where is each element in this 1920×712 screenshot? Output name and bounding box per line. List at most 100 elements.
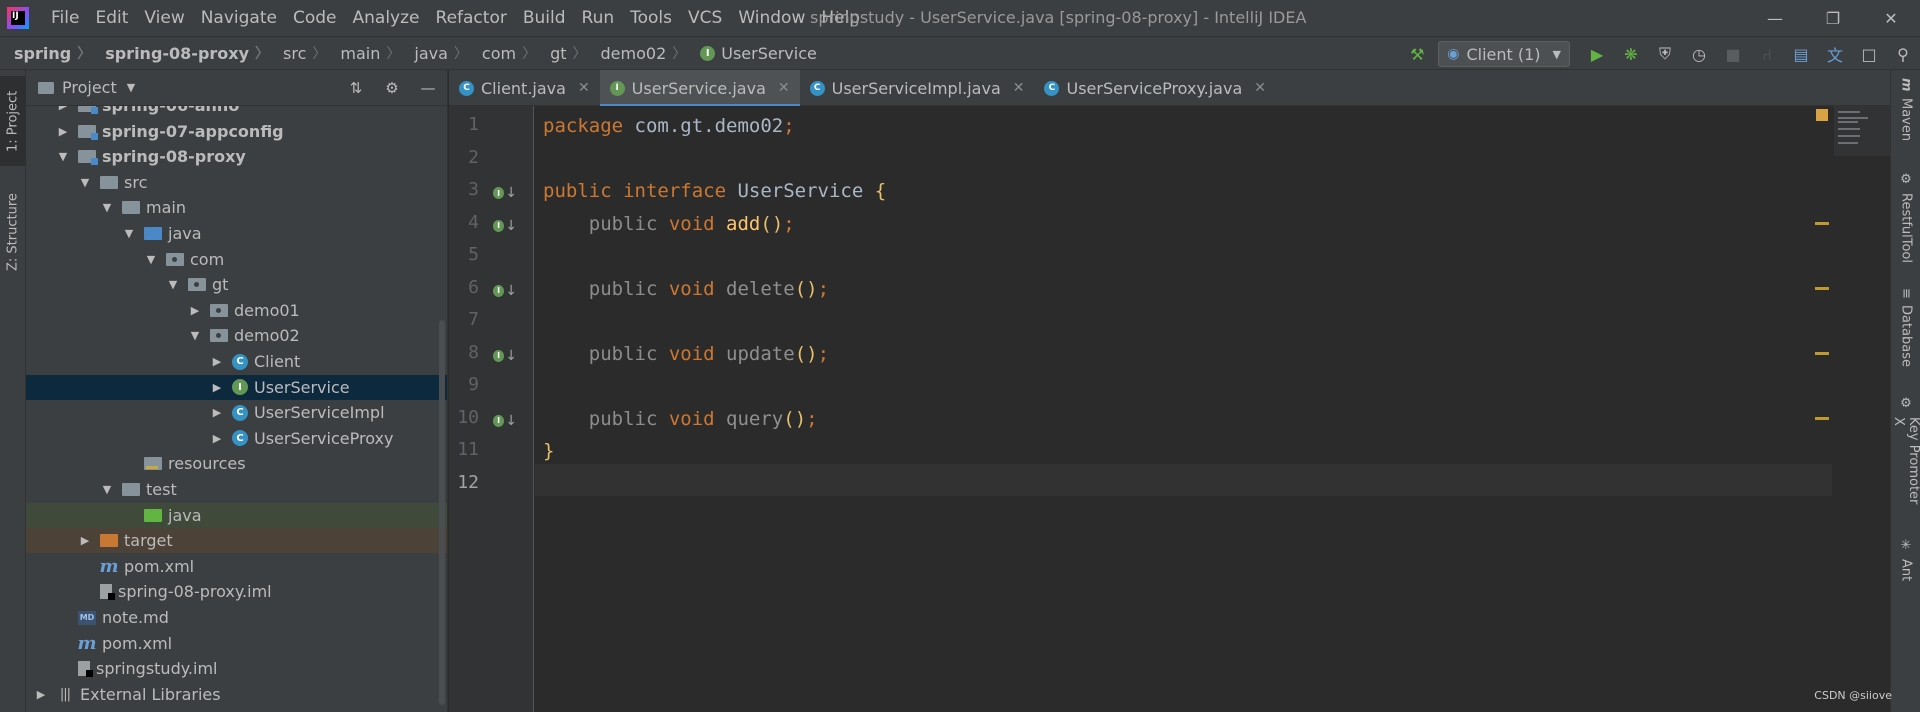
- tree-item[interactable]: ▶ I UserService: [26, 374, 447, 400]
- menu-code[interactable]: Code: [285, 0, 345, 36]
- close-tab-icon[interactable]: ✕: [578, 80, 590, 96]
- implemented-gutter-icon[interactable]: I ↓: [493, 216, 517, 236]
- collapsed-arrow-icon[interactable]: ▶: [210, 355, 224, 368]
- tree-item[interactable]: spring-08-proxy.iml: [26, 579, 447, 604]
- tree-item[interactable]: ▼ java: [26, 221, 447, 246]
- tree-item[interactable]: ▼ gt: [26, 272, 447, 297]
- restore-button[interactable]: ❐: [1804, 0, 1862, 36]
- maven-tool-tab[interactable]: m Maven: [1891, 78, 1920, 141]
- collapsed-arrow-icon[interactable]: ▶: [210, 432, 224, 445]
- line-number[interactable]: 10: [449, 407, 479, 428]
- line-number[interactable]: 1: [449, 114, 479, 135]
- menu-view[interactable]: View: [136, 0, 192, 36]
- tree-item[interactable]: MD note.md: [26, 605, 447, 630]
- collapsed-arrow-icon[interactable]: ▶: [34, 688, 48, 701]
- expanded-arrow-icon[interactable]: ▼: [78, 176, 92, 189]
- build-hammer-icon[interactable]: ⚒: [1403, 40, 1431, 68]
- run-icon[interactable]: ▶: [1583, 40, 1611, 68]
- menu-build[interactable]: Build: [515, 0, 574, 36]
- line-number[interactable]: 8: [449, 342, 479, 363]
- inspection-status-icon[interactable]: [1816, 109, 1828, 121]
- breadcrumb-item[interactable]: main 〉: [326, 43, 400, 63]
- presentation-icon[interactable]: □: [1855, 40, 1883, 68]
- tree-item[interactable]: m pom.xml: [26, 554, 447, 579]
- implemented-gutter-icon[interactable]: I ↓: [493, 346, 517, 366]
- tree-item[interactable]: ▶ spring-06-anno: [26, 106, 447, 118]
- breadcrumb-item[interactable]: gt 〉: [536, 43, 586, 63]
- tree-item[interactable]: java: [26, 502, 447, 528]
- line-number[interactable]: 12: [449, 472, 479, 493]
- line-number[interactable]: 11: [449, 439, 479, 460]
- tree-item[interactable]: ▶ C UserServiceProxy: [26, 426, 447, 451]
- breadcrumb-item[interactable]: spring-08-proxy 〉: [91, 43, 269, 63]
- tree-item[interactable]: m pom.xml: [26, 631, 447, 656]
- tree-item[interactable]: ▼ spring-08-proxy: [26, 144, 447, 169]
- implemented-gutter-icon[interactable]: I ↓: [493, 281, 517, 301]
- collapsed-arrow-icon[interactable]: ▶: [210, 381, 224, 394]
- chevron-down-icon[interactable]: ▼: [127, 81, 135, 94]
- implemented-gutter-icon[interactable]: I ↓: [493, 183, 517, 203]
- run-configuration-select[interactable]: ◉ Client (1) ▼: [1438, 41, 1570, 67]
- tree-item[interactable]: ▶ target: [26, 528, 447, 554]
- code-editor[interactable]: package com.gt.demo02; public interface U…: [535, 106, 1832, 712]
- tree-item[interactable]: ▼ main: [26, 195, 447, 220]
- implementation-marker[interactable]: [1815, 287, 1829, 290]
- intellij-logo-icon[interactable]: IJ: [7, 7, 29, 29]
- tree-item[interactable]: springstudy.iml: [26, 656, 447, 681]
- tree-item[interactable]: ▶ C UserServiceImpl: [26, 400, 447, 425]
- debug-icon[interactable]: ❋: [1617, 40, 1645, 68]
- tree-item[interactable]: ▶▦Scratches and Consoles: [26, 707, 447, 712]
- implementation-marker[interactable]: [1815, 222, 1829, 225]
- expanded-arrow-icon[interactable]: ▼: [166, 278, 180, 291]
- menu-navigate[interactable]: Navigate: [193, 0, 285, 36]
- implementation-marker[interactable]: [1815, 417, 1829, 420]
- tree-item[interactable]: ▼ src: [26, 170, 447, 195]
- breadcrumb-item[interactable]: I UserService: [686, 44, 817, 63]
- tree-item[interactable]: ▶ ||| External Libraries: [26, 682, 447, 707]
- project-view-select[interactable]: Project: [62, 78, 117, 97]
- editor-tab[interactable]: C UserServiceImpl.java ✕: [800, 70, 1035, 106]
- expanded-arrow-icon[interactable]: ▼: [144, 253, 158, 266]
- collapsed-arrow-icon[interactable]: ▶: [188, 304, 202, 317]
- tree-item[interactable]: ▼ test: [26, 477, 447, 502]
- structure-tool-tab[interactable]: Z: Structure: [0, 182, 26, 282]
- collapsed-arrow-icon[interactable]: ▶: [78, 534, 92, 547]
- stop-icon[interactable]: ■: [1719, 40, 1747, 68]
- key-promoter-tab[interactable]: ⚙ Key Promoter X: [1891, 396, 1920, 511]
- menu-refactor[interactable]: Refactor: [428, 0, 515, 36]
- implementation-marker[interactable]: [1815, 352, 1829, 355]
- profile-icon[interactable]: ◷: [1685, 40, 1713, 68]
- menu-file[interactable]: File: [43, 0, 87, 36]
- line-number[interactable]: 2: [449, 147, 479, 168]
- hide-panel-icon[interactable]: —: [415, 75, 441, 101]
- breadcrumb-item[interactable]: java 〉: [400, 43, 468, 63]
- menu-tools[interactable]: Tools: [622, 0, 680, 36]
- minimize-button[interactable]: —: [1746, 0, 1804, 36]
- expanded-arrow-icon[interactable]: ▼: [188, 329, 202, 342]
- tree-scrollbar[interactable]: [439, 320, 445, 705]
- breadcrumb-item[interactable]: spring 〉: [0, 43, 91, 63]
- line-number[interactable]: 7: [449, 309, 479, 330]
- menu-analyze[interactable]: Analyze: [345, 0, 428, 36]
- search-icon[interactable]: ⚲: [1889, 40, 1917, 68]
- collapsed-arrow-icon[interactable]: ▶: [210, 406, 224, 419]
- close-tab-icon[interactable]: ✕: [1013, 80, 1025, 96]
- expanded-arrow-icon[interactable]: ▼: [100, 201, 114, 214]
- tree-item[interactable]: ▶ demo01: [26, 298, 447, 323]
- tree-item[interactable]: ▼ com: [26, 247, 447, 272]
- tree-item[interactable]: ▼ demo02: [26, 323, 447, 348]
- editor-tab[interactable]: C UserServiceProxy.java ✕: [1034, 70, 1276, 106]
- translate-icon[interactable]: 文: [1821, 40, 1849, 68]
- vcs-icon[interactable]: ⑁: [1753, 40, 1781, 68]
- gear-icon[interactable]: ⚙: [379, 75, 405, 101]
- coverage-icon[interactable]: ⛨: [1651, 40, 1679, 68]
- editor-tab[interactable]: C Client.java ✕: [449, 70, 600, 106]
- editor-tab[interactable]: I UserService.java ✕: [599, 70, 800, 107]
- breadcrumb-item[interactable]: demo02 〉: [587, 43, 687, 63]
- expanded-arrow-icon[interactable]: ▼: [100, 483, 114, 496]
- line-number[interactable]: 6: [449, 277, 479, 298]
- line-number[interactable]: 5: [449, 244, 479, 265]
- collapse-all-icon[interactable]: ⇅: [343, 75, 369, 101]
- expanded-arrow-icon[interactable]: ▼: [122, 227, 136, 240]
- close-button[interactable]: ✕: [1862, 0, 1920, 36]
